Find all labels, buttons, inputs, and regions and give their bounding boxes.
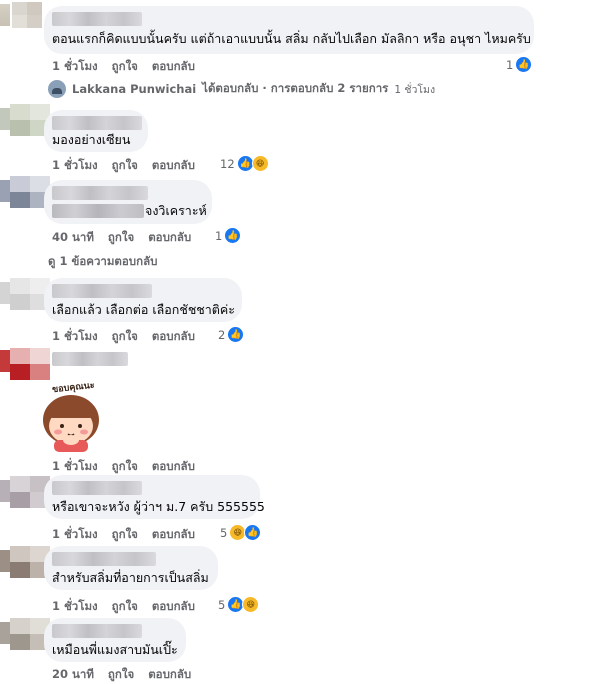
reply-button[interactable]: ตอบกลับ <box>152 599 195 613</box>
like-icon: 👍 <box>515 56 533 73</box>
reaction-count: 1 <box>215 228 223 243</box>
comment-time[interactable]: 1 ชั่วโมง <box>52 599 98 613</box>
haha-icon: 😆 <box>251 155 269 172</box>
avatar-edge <box>0 180 10 202</box>
like-icon: 👍 <box>224 227 242 244</box>
comment-text: หรือเขาจะหวัง ผู้ว่าฯ ม.7 ครับ 555555 <box>52 499 265 514</box>
commenter-name[interactable] <box>52 12 142 26</box>
comment-actions: 1 ชั่วโมง ถูกใจ ตอบกลับ <box>52 458 209 476</box>
commenter-name[interactable] <box>52 116 142 130</box>
reaction-summary[interactable]: 5 😆 👍 <box>220 524 262 541</box>
comment-time[interactable]: 1 ชั่วโมง <box>52 459 98 473</box>
reply-summary-text: ได้ตอบกลับ · การตอบกลับ 2 รายการ <box>202 81 389 95</box>
comment-text: ตอนแรกก็คิดแบบนั้นครับ แต่ถ้าเอาแบบนั้น … <box>52 31 531 46</box>
like-button[interactable]: ถูกใจ <box>112 329 138 343</box>
commenter-name[interactable] <box>52 481 142 495</box>
avatar[interactable] <box>12 2 42 28</box>
like-button[interactable]: ถูกใจ <box>112 59 138 73</box>
blurred-mention[interactable] <box>52 204 144 218</box>
like-button[interactable]: ถูกใจ <box>112 527 138 541</box>
view-replies-link[interactable]: ดู 1 ข้อความตอบกลับ <box>48 253 157 271</box>
reply-button[interactable]: ตอบกลับ <box>152 329 195 343</box>
avatar-edge <box>0 350 10 372</box>
comment-time[interactable]: 40 นาที <box>52 230 94 244</box>
avatar-edge <box>0 282 10 304</box>
reaction-summary[interactable]: 1 👍 <box>215 227 242 244</box>
comment-actions: 1 ชั่วโมง ถูกใจ ตอบกลับ <box>52 526 209 544</box>
reply-summary[interactable]: Lakkana Punwichai ได้ตอบกลับ · การตอบกลั… <box>48 80 435 98</box>
comment-actions: 1 ชั่วโมง ถูกใจ ตอบกลับ <box>52 157 209 175</box>
reaction-count: 1 <box>506 57 514 72</box>
reaction-count: 5 <box>220 525 228 540</box>
reply-time: 1 ชั่วโมง <box>394 83 436 96</box>
comment-time[interactable]: 1 ชั่วโมง <box>52 329 98 343</box>
reply-button[interactable]: ตอบกลับ <box>152 158 195 172</box>
reaction-count: 5 <box>218 597 226 612</box>
commenter-name[interactable] <box>52 284 152 298</box>
comment-actions: 1 ชั่วโมง ถูกใจ ตอบกลับ <box>52 328 209 346</box>
comment-time[interactable]: 1 ชั่วโมง <box>52 59 98 73</box>
comment-actions: 1 ชั่วโมง ถูกใจ ตอบกลับ <box>52 58 209 76</box>
reaction-summary[interactable]: 12 👍 😆 <box>220 155 269 172</box>
comment-actions: 1 ชั่วโมง ถูกใจ ตอบกลับ <box>52 598 209 616</box>
sticker-image: ขอบคุณนะ <box>38 380 108 452</box>
comment-time[interactable]: 1 ชั่วโมง <box>52 527 98 541</box>
like-button[interactable]: ถูกใจ <box>108 667 134 681</box>
like-button[interactable]: ถูกใจ <box>112 599 138 613</box>
commenter-name[interactable] <box>52 624 142 638</box>
commenter-name[interactable] <box>52 552 156 566</box>
reply-button[interactable]: ตอบกลับ <box>152 59 195 73</box>
reaction-count: 2 <box>218 327 226 342</box>
comment-text: จงวิเคราะห์ <box>145 203 207 218</box>
reaction-summary[interactable]: 1 👍 <box>506 56 533 73</box>
like-icon: 👍 <box>227 326 245 343</box>
comment-text: เหมือนพี่แมงสาบมันเปิ๊ะ <box>52 642 178 657</box>
commenter-name[interactable] <box>52 186 148 200</box>
reaction-count: 12 <box>220 156 235 171</box>
reaction-summary[interactable]: 2 👍 <box>218 326 245 343</box>
haha-icon: 😆 <box>242 596 260 613</box>
comment-time[interactable]: 20 นาที <box>52 667 94 681</box>
comment-text: เลือกแล้ว เลือกต่อ เลือกชัชชาติค่ะ <box>52 302 235 317</box>
like-icon: 👍 <box>244 524 262 541</box>
avatar[interactable] <box>10 348 50 380</box>
like-button[interactable]: ถูกใจ <box>108 230 134 244</box>
commenter-name[interactable] <box>52 352 128 366</box>
comment-actions: 20 นาที ถูกใจ ตอบกลับ <box>52 666 205 684</box>
like-button[interactable]: ถูกใจ <box>112 459 138 473</box>
avatar-edge <box>0 550 10 572</box>
comment-time[interactable]: 1 ชั่วโมง <box>52 158 98 172</box>
comment-actions: 40 นาที ถูกใจ ตอบกลับ <box>52 229 205 247</box>
view-replies-text: ดู 1 ข้อความตอบกลับ <box>48 254 158 268</box>
avatar-edge <box>0 108 10 130</box>
comment-text: สำหรับสลิ่มที่อายการเป็นสลิ่ม <box>52 570 209 585</box>
replier-name[interactable]: Lakkana Punwichai <box>72 82 196 96</box>
like-button[interactable]: ถูกใจ <box>112 158 138 172</box>
avatar-edge <box>0 622 10 644</box>
reply-button[interactable]: ตอบกลับ <box>148 230 191 244</box>
avatar-edge <box>0 4 10 26</box>
reply-button[interactable]: ตอบกลับ <box>152 527 195 541</box>
avatar-edge <box>0 480 10 502</box>
reply-button[interactable]: ตอบกลับ <box>152 459 195 473</box>
reaction-summary[interactable]: 5 👍 😆 <box>218 596 260 613</box>
reply-button[interactable]: ตอบกลับ <box>148 667 191 681</box>
comment-text: มองอย่างเซียน <box>52 132 131 147</box>
avatar <box>48 80 66 98</box>
